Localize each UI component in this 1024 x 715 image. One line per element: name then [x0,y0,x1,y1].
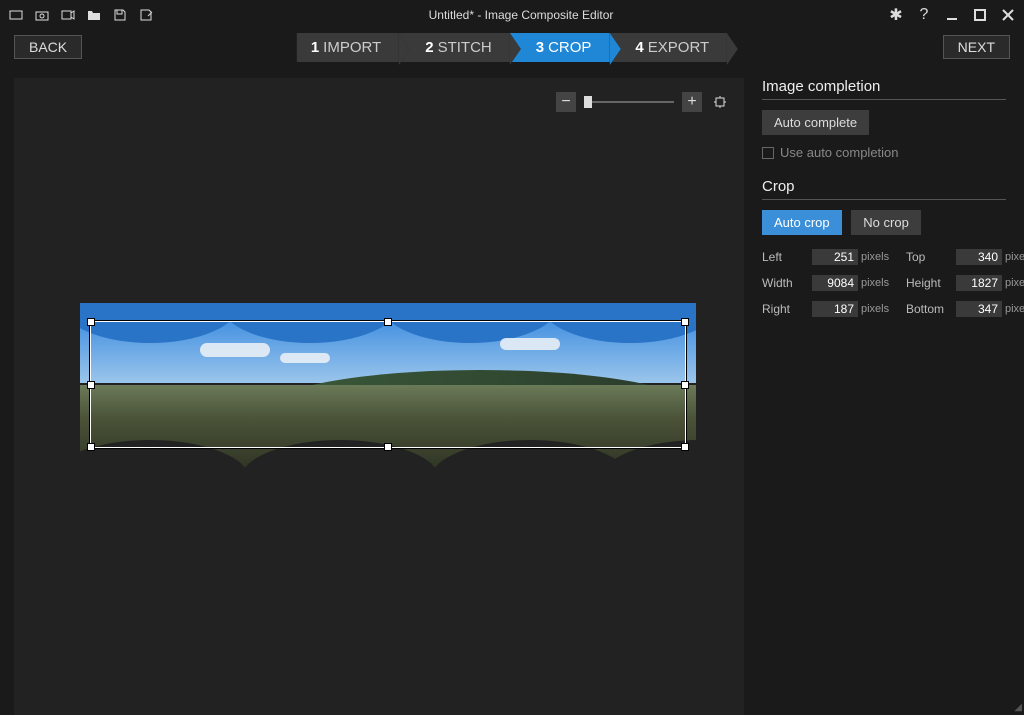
step-export[interactable]: 4EXPORT [609,33,727,62]
auto-crop-button[interactable]: Auto crop [762,210,842,235]
left-input[interactable]: 251 [812,249,858,265]
zoom-slider[interactable] [584,101,674,103]
settings-icon[interactable]: ✱ [888,7,904,23]
right-label: Right [762,302,812,316]
save-icon[interactable] [112,7,128,23]
crop-handle-mid-right[interactable] [681,381,689,389]
step-stitch[interactable]: 2STITCH [399,33,510,62]
crop-handle-mid-left[interactable] [87,381,95,389]
height-input[interactable]: 1827 [956,275,1002,291]
zoom-in-button[interactable]: + [682,92,702,112]
panorama-preview[interactable] [80,303,696,470]
save-as-icon[interactable] [138,7,154,23]
image-completion-header: Image completion [762,78,1006,100]
bottom-input[interactable]: 347 [956,301,1002,317]
zoom-fit-button[interactable] [710,92,730,112]
crop-dimensions: Left 251 pixels Top 340 pixels Width 908… [762,249,1006,317]
auto-complete-button[interactable]: Auto complete [762,110,869,135]
titlebar: Untitled* - Image Composite Editor ✱ ? [0,0,1024,30]
top-unit: pixels [1002,251,1024,263]
no-crop-button[interactable]: No crop [851,210,921,235]
right-unit: pixels [858,303,888,315]
step-import[interactable]: 1IMPORT [297,33,399,62]
bottom-unit: pixels [1002,303,1024,315]
next-button[interactable]: NEXT [943,35,1010,59]
new-panorama-icon[interactable] [8,7,24,23]
side-panel: Image completion Auto complete Use auto … [744,64,1024,715]
help-icon[interactable]: ? [916,7,932,23]
zoom-out-button[interactable]: − [556,92,576,112]
step-crop[interactable]: 3CROP [510,33,610,62]
crop-header: Crop [762,178,1006,200]
right-input[interactable]: 187 [812,301,858,317]
workflow-steps: 1IMPORT 2STITCH 3CROP 4EXPORT [297,33,727,62]
height-unit: pixels [1002,277,1024,289]
crop-handle-bottom-right[interactable] [681,443,689,451]
use-auto-completion-label: Use auto completion [780,145,899,160]
crop-rectangle[interactable] [90,321,686,448]
crop-handle-bottom-left[interactable] [87,443,95,451]
width-label: Width [762,276,812,290]
workflow-bar: BACK 1IMPORT 2STITCH 3CROP 4EXPORT NEXT [0,30,1024,64]
zoom-thumb[interactable] [584,96,592,108]
top-input[interactable]: 340 [956,249,1002,265]
minimize-icon[interactable] [944,7,960,23]
crop-handle-bottom-mid[interactable] [384,443,392,451]
window-title: Untitled* - Image Composite Editor [154,8,888,22]
use-auto-completion-checkbox[interactable]: Use auto completion [762,145,1006,160]
new-from-camera-icon[interactable] [34,7,50,23]
left-unit: pixels [858,251,888,263]
width-input[interactable]: 9084 [812,275,858,291]
new-from-video-icon[interactable] [60,7,76,23]
checkbox-icon [762,147,774,159]
resize-grip-icon[interactable]: ◢ [1014,702,1022,713]
back-button[interactable]: BACK [14,35,82,59]
width-unit: pixels [858,277,888,289]
bottom-label: Bottom [906,302,956,316]
crop-handle-top-mid[interactable] [384,318,392,326]
height-label: Height [906,276,956,290]
maximize-icon[interactable] [972,7,988,23]
close-icon[interactable] [1000,7,1016,23]
crop-handle-top-left[interactable] [87,318,95,326]
canvas[interactable]: − + [14,78,744,715]
open-icon[interactable] [86,7,102,23]
left-label: Left [762,250,812,264]
crop-handle-top-right[interactable] [681,318,689,326]
zoom-controls: − + [556,92,730,112]
top-label: Top [906,250,956,264]
